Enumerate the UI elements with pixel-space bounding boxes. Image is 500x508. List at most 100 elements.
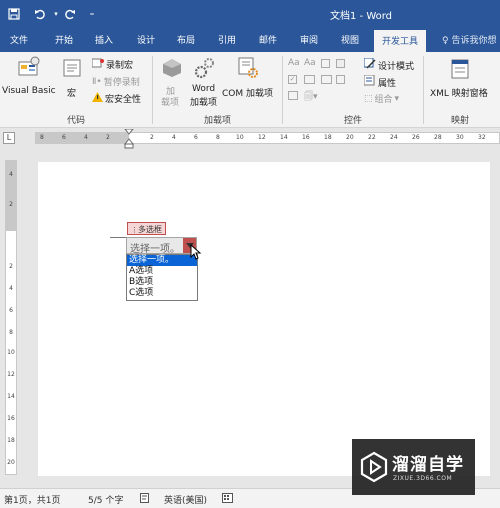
dropdown-option[interactable]: 选择一项。 [127, 255, 197, 266]
ruler-tick: 18 [7, 437, 15, 444]
building-block-control-icon[interactable] [336, 59, 345, 68]
redo-icon[interactable] [62, 6, 78, 22]
picture-control-icon[interactable] [321, 59, 330, 68]
pause-recording-button[interactable]: Ⅱ• 暂停录制 [92, 75, 140, 89]
page-count[interactable]: 第1页，共1页 [4, 493, 60, 506]
group-separator [152, 56, 153, 124]
tab-developer[interactable]: 开发工具 [374, 30, 427, 52]
com-addins-label: COM 加载项 [222, 89, 273, 99]
indent-marker[interactable] [124, 129, 134, 149]
ruler-tick: 2 [106, 134, 110, 141]
tab-design[interactable]: 设计 [137, 33, 155, 46]
group-separator [423, 56, 424, 124]
language-indicator[interactable]: 英语(美国) [164, 493, 207, 506]
dropdown-option[interactable]: C选项 [127, 288, 197, 299]
rich-text-control-icon[interactable]: Aa [288, 58, 300, 68]
tab-stop-selector[interactable]: L [3, 132, 15, 144]
dropdown-option[interactable]: A选项 [127, 266, 197, 277]
customize-qat-icon[interactable]: ₌ [84, 6, 100, 22]
window-title: 文档1 - Word [330, 11, 393, 22]
ruler-tick: 6 [62, 134, 66, 141]
ruler-tick: 22 [368, 134, 376, 141]
word-addins-label-2: 加载项 [190, 98, 218, 108]
group-label-addins: 加载项 [204, 116, 232, 126]
document-page[interactable] [38, 162, 490, 476]
tab-file[interactable]: 文件 [10, 33, 28, 46]
proofing-icon[interactable] [140, 493, 151, 506]
ruler-tick: 20 [7, 459, 15, 466]
ruler-tick: 14 [7, 393, 15, 400]
tab-insert[interactable]: 插入 [95, 33, 113, 46]
date-picker-control-icon[interactable] [336, 75, 345, 84]
ruler-tick: 10 [7, 349, 15, 356]
ruler-tick: 12 [7, 371, 15, 378]
tab-mailings[interactable]: 邮件 [259, 33, 277, 46]
save-icon[interactable] [6, 6, 22, 22]
group-label-code: 代码 [67, 116, 86, 126]
group-icon: ⬚ [364, 93, 373, 104]
tab-review[interactable]: 审阅 [300, 33, 318, 46]
design-mode-button[interactable]: 设计模式 [363, 57, 414, 72]
tab-references[interactable]: 引用 [218, 33, 236, 46]
record-macro-icon [91, 58, 104, 71]
watermark-title: 溜溜自学 [392, 455, 464, 475]
properties-icon [363, 74, 376, 89]
macros-button[interactable]: 宏 [62, 54, 84, 100]
xml-mapping-button[interactable]: XML 映射窗格 [428, 54, 496, 100]
tab-layout[interactable]: 布局 [177, 33, 195, 46]
ruler-tick: 14 [280, 134, 288, 141]
macro-recording-icon[interactable] [222, 493, 233, 506]
macro-security-button[interactable]: 宏安全性 [92, 92, 141, 105]
combo-box-control-icon[interactable] [304, 75, 315, 84]
checkbox-control-icon[interactable]: ✓ [288, 75, 297, 84]
undo-icon[interactable] [32, 6, 48, 22]
pause-icon: Ⅱ• [92, 76, 102, 87]
word-addins-label-1: Word [192, 84, 216, 94]
content-control-title-tab[interactable]: ⋮多选框 [127, 222, 166, 235]
ruler-tick: 6 [194, 134, 198, 141]
ruler-tick: 20 [346, 134, 354, 141]
record-macro-button[interactable]: 录制宏 [91, 58, 133, 71]
group-button[interactable]: ⬚ 组合 ▾ [364, 92, 400, 106]
horizontal-ruler[interactable]: 8 6 4 2 2 4 6 8 10 12 14 16 18 20 22 24 … [35, 129, 500, 149]
group-label-controls: 控件 [344, 116, 363, 126]
ruler-tick: 4 [172, 134, 176, 141]
visual-basic-button[interactable]: Visual Basic [2, 54, 58, 100]
ruler-tick: 4 [9, 285, 13, 292]
plain-text-control-icon[interactable]: Aa [304, 58, 316, 68]
ribbon-tabs: 文件 开始 插入 设计 布局 引用 邮件 审阅 视图 开发工具 ♀ 告诉我你想 [0, 28, 500, 52]
mouse-pointer-icon [190, 244, 202, 260]
tell-me-box[interactable]: ♀ 告诉我你想 [442, 33, 496, 46]
word-count[interactable]: 5/5 个字 [88, 493, 123, 506]
dropdown-content-control[interactable]: 选择一项。 [126, 237, 197, 255]
ruler-tick: 12 [258, 134, 266, 141]
ruler-tick: 8 [9, 329, 13, 336]
ruler-tick: 2 [9, 201, 13, 208]
watermark-subtitle: ZIXUE.3D66.COM [393, 475, 453, 482]
addins-icon [163, 59, 181, 77]
com-addins-button[interactable]: COM 加载项 [222, 54, 278, 102]
dropdown-list: 选择一项。 A选项 B选项 C选项 [126, 254, 198, 301]
chevron-down-icon: ▾ [394, 93, 400, 104]
lightbulb-icon: ♀ [442, 36, 449, 46]
ruler-tick: 24 [390, 134, 398, 141]
dropdown-option[interactable]: B选项 [127, 277, 197, 288]
dropdown-list-control-icon[interactable] [321, 75, 332, 84]
vertical-ruler[interactable]: 4 2 2 4 6 8 10 12 14 16 18 20 [5, 160, 17, 475]
macros-label: 宏 [67, 89, 77, 99]
ruler-tick: 18 [324, 134, 332, 141]
tab-home[interactable]: 开始 [55, 33, 73, 46]
ruler-tick: 2 [9, 263, 13, 270]
tab-view[interactable]: 视图 [341, 33, 359, 46]
ruler-tick: 30 [456, 134, 464, 141]
watermark: 溜溜自学 ZIXUE.3D66.COM [352, 439, 475, 495]
legacy-tools-icon[interactable]: 🗐▾ [304, 89, 318, 105]
ribbon-developer: Visual Basic 宏 录制宏 Ⅱ• 暂停录制 宏安全性 代码 加 载项 [0, 52, 500, 128]
com-addins-icon [238, 57, 258, 78]
addins-button[interactable]: 加 载项 [160, 54, 184, 108]
repeating-section-control-icon[interactable] [288, 91, 298, 100]
group-label-mapping: 映射 [451, 116, 470, 126]
controls-gallery: Aa Aa ✓ 🗐▾ [288, 58, 358, 108]
properties-button[interactable]: 属性 [363, 74, 396, 89]
word-addins-button[interactable]: Word 加载项 [190, 54, 220, 108]
